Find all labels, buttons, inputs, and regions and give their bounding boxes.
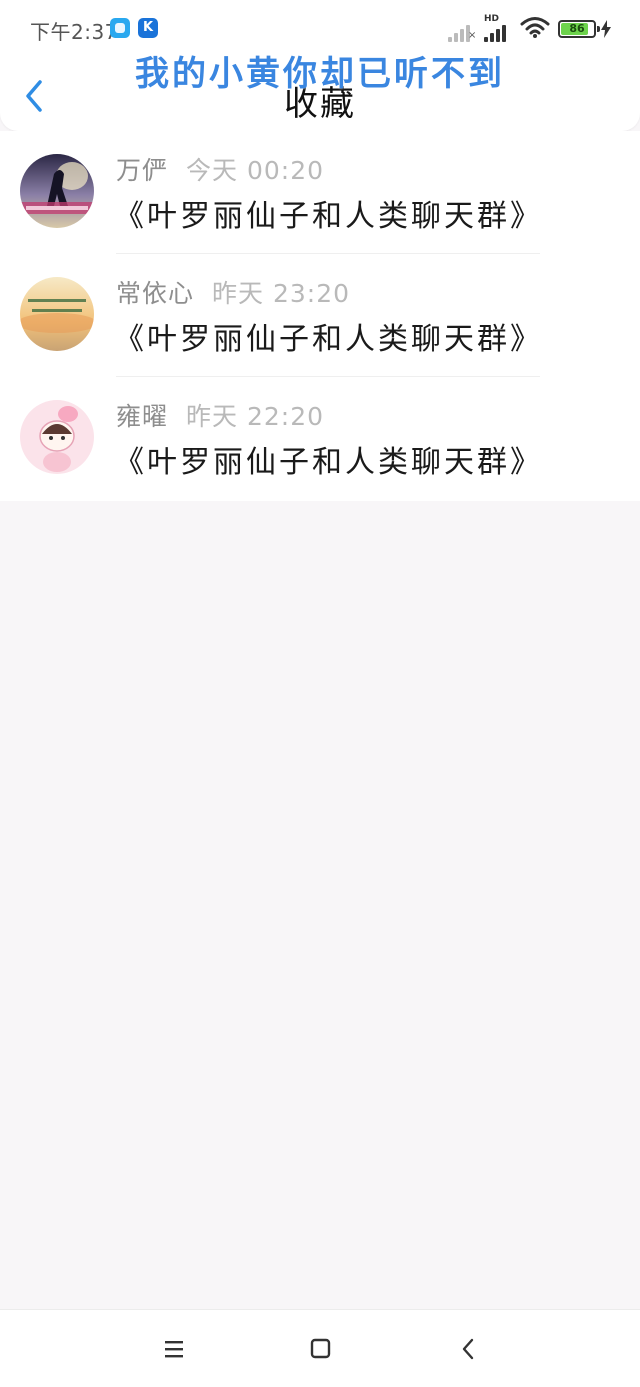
nav-back-button[interactable] bbox=[452, 1334, 484, 1364]
header: 下午2:37 K × HD 86 收藏 我的小黄你却已听不到 bbox=[0, 0, 640, 131]
favorite-content: 《叶罗丽仙子和人类聊天群》 bbox=[114, 322, 543, 357]
signal-icon-sim2 bbox=[484, 24, 514, 42]
wifi-icon bbox=[520, 17, 550, 38]
back-chevron-icon bbox=[462, 1338, 474, 1360]
status-time: 下午2:37 bbox=[30, 20, 118, 44]
favorite-time: 昨天 22:20 bbox=[186, 402, 325, 431]
favorite-content: 《叶罗丽仙子和人类聊天群》 bbox=[114, 445, 543, 480]
menu-icon bbox=[165, 1341, 183, 1358]
author-name: 万俨 bbox=[116, 156, 169, 185]
favorite-item[interactable]: 雍曜 昨天 22:20 《叶罗丽仙子和人类聊天群》 bbox=[0, 377, 640, 500]
charging-bolt-icon bbox=[601, 20, 611, 38]
avatar[interactable] bbox=[20, 277, 94, 351]
author-name: 常依心 bbox=[116, 279, 195, 308]
meta-row: 万俨 今天 00:20 bbox=[116, 151, 324, 187]
meta-row: 常依心 昨天 23:20 bbox=[116, 274, 350, 310]
favorite-item[interactable]: 常依心 昨天 23:20 《叶罗丽仙子和人类聊天群》 bbox=[0, 254, 640, 377]
avatar[interactable] bbox=[20, 154, 94, 228]
battery-icon: 86 bbox=[558, 20, 600, 38]
avatar[interactable] bbox=[20, 400, 94, 474]
network-type-label: HD bbox=[484, 14, 500, 24]
status-indicators: × HD 86 bbox=[446, 14, 626, 44]
home-square-icon bbox=[310, 1338, 331, 1359]
signal-icon-sim1: × bbox=[448, 24, 478, 42]
favorite-content: 《叶罗丽仙子和人类聊天群》 bbox=[114, 199, 543, 234]
meta-row: 雍曜 昨天 22:20 bbox=[116, 397, 324, 433]
system-nav-bar bbox=[0, 1309, 640, 1387]
menu-button[interactable] bbox=[157, 1334, 189, 1364]
chat-app-icon bbox=[110, 18, 130, 38]
favorite-time: 昨天 23:20 bbox=[212, 279, 351, 308]
k-app-icon: K bbox=[138, 18, 158, 38]
overlay-caption: 我的小黄你却已听不到 bbox=[135, 54, 505, 94]
home-button[interactable] bbox=[304, 1334, 336, 1364]
favorites-list: 万俨 今天 00:20 《叶罗丽仙子和人类聊天群》 常依心昨天 23:20 《叶… bbox=[0, 131, 640, 501]
battery-level: 86 bbox=[569, 22, 585, 35]
favorite-time: 今天 00:20 bbox=[186, 156, 325, 185]
author-name: 雍曜 bbox=[116, 402, 169, 431]
favorite-item[interactable]: 万俨 今天 00:20 《叶罗丽仙子和人类聊天群》 bbox=[0, 131, 640, 254]
